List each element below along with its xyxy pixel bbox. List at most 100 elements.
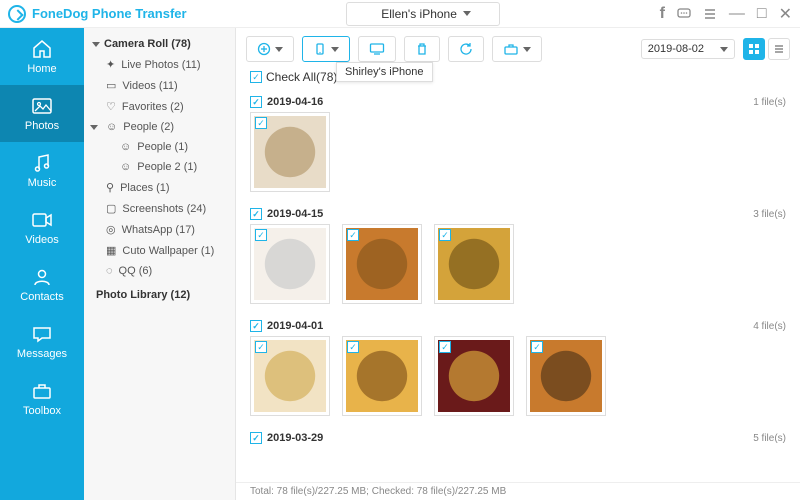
nav-label: Photos — [25, 120, 59, 132]
nav-messages[interactable]: Messages — [0, 313, 84, 370]
person-icon: ☺ — [120, 141, 131, 153]
album-tree: Camera Roll (78) ✦ Live Photos (11) ▭Vide… — [84, 28, 236, 500]
photo-thumb[interactable]: ✓ — [434, 336, 514, 416]
toolbox-icon — [31, 380, 53, 402]
tree-item-cuto[interactable]: ▦Cuto Wallpaper (1) — [84, 240, 235, 261]
checkbox-icon: ✓ — [255, 341, 267, 353]
tree-item-label: QQ (6) — [119, 265, 153, 277]
nav-home[interactable]: Home — [0, 28, 84, 85]
app-title: FoneDog Phone Transfer — [32, 6, 187, 21]
nav-photos[interactable]: Photos — [0, 85, 84, 142]
tree-root[interactable]: Camera Roll (78) — [84, 34, 235, 54]
music-icon — [31, 152, 53, 174]
nav-label: Messages — [17, 348, 67, 360]
photo-thumb[interactable]: ✓ — [342, 224, 422, 304]
thumb-row: ✓✓✓ — [250, 224, 786, 314]
tree-item-whatsapp[interactable]: ◎ WhatsApp (17) — [84, 219, 235, 240]
sidebar: Home Photos Music Videos Contacts Messag… — [0, 28, 84, 500]
group-header[interactable]: ✓ 2019-03-29 5 file(s) — [250, 426, 786, 448]
tree-item-videos[interactable]: ▭Videos (11) — [84, 75, 235, 96]
videos-icon — [31, 209, 53, 231]
tree-item-label: WhatsApp (17) — [122, 224, 195, 236]
logo-icon — [8, 5, 26, 23]
toolbox-button[interactable] — [492, 36, 542, 62]
checkbox-icon: ✓ — [250, 96, 262, 108]
checkbox-icon: ✓ — [250, 71, 262, 83]
group-date: 2019-04-16 — [267, 96, 323, 108]
list-view-button[interactable] — [768, 38, 790, 60]
close-button[interactable]: ✕ — [779, 4, 792, 24]
chevron-down-icon — [463, 11, 471, 16]
tree-item-screenshots[interactable]: ▢Screenshots (24) — [84, 198, 235, 219]
tree-item-people-1[interactable]: ☺People (1) — [84, 137, 235, 157]
nav-music[interactable]: Music — [0, 142, 84, 199]
device-name: Ellen's iPhone — [381, 7, 457, 21]
tree-item-people[interactable]: ☺People (2) — [84, 117, 235, 137]
group-date: 2019-04-15 — [267, 208, 323, 220]
tree-item-qq[interactable]: ◌ QQ (6) — [84, 261, 235, 281]
checkbox-icon: ✓ — [439, 341, 451, 353]
group-date: 2019-03-29 — [267, 432, 323, 444]
nav-label: Contacts — [20, 291, 63, 303]
maximize-button[interactable]: □ — [757, 5, 767, 23]
wallpaper-icon: ▦ — [106, 244, 116, 257]
nav-contacts[interactable]: Contacts — [0, 256, 84, 313]
check-all-label: Check All(78) — [266, 70, 337, 84]
chevron-down-icon — [331, 47, 339, 52]
export-to-device-button[interactable] — [302, 36, 350, 62]
device-selector[interactable]: Ellen's iPhone — [346, 2, 500, 26]
menu-icon[interactable] — [703, 8, 717, 20]
checkbox-icon: ✓ — [347, 341, 359, 353]
home-icon — [31, 38, 53, 60]
checkbox-icon: ✓ — [439, 229, 451, 241]
people-icon: ☺ — [106, 121, 117, 133]
screenshot-icon: ▢ — [106, 202, 116, 215]
app-logo: FoneDog Phone Transfer — [8, 5, 187, 23]
photos-icon — [31, 95, 53, 117]
chevron-down-icon — [720, 47, 728, 52]
nav-label: Music — [28, 177, 57, 189]
group-count: 3 file(s) — [753, 209, 786, 220]
window-controls: f — □ ✕ — [660, 4, 792, 24]
group-count: 5 file(s) — [753, 433, 786, 444]
status-text: Total: 78 file(s)/227.25 MB; Checked: 78… — [250, 486, 506, 497]
export-to-pc-button[interactable] — [358, 36, 396, 62]
photo-thumb[interactable]: ✓ — [250, 336, 330, 416]
tree-item-favorites[interactable]: ♡Favorites (2) — [84, 96, 235, 117]
nav-label: Toolbox — [23, 405, 61, 417]
tree-item-label: Videos (11) — [122, 80, 177, 92]
delete-button[interactable] — [404, 36, 440, 62]
photo-thumb[interactable]: ✓ — [526, 336, 606, 416]
tree-item-people-2[interactable]: ☺People 2 (1) — [84, 157, 235, 177]
check-all[interactable]: ✓ Check All(78) — [236, 70, 800, 90]
date-picker[interactable]: 2019-08-02 — [641, 39, 735, 59]
tree-item-live-photos[interactable]: ✦ Live Photos (11) — [84, 54, 235, 75]
tree-photo-library[interactable]: Photo Library (12) — [84, 281, 235, 309]
group-header[interactable]: ✓2019-04-014 file(s) — [250, 314, 786, 336]
group-header[interactable]: ✓2019-04-153 file(s) — [250, 202, 786, 224]
photo-thumb[interactable]: ✓ — [342, 336, 422, 416]
photo-thumb[interactable]: ✓ — [250, 112, 330, 192]
tree-item-label: Live Photos (11) — [121, 59, 200, 71]
photo-scroll-area[interactable]: ✓2019-04-161 file(s)✓✓2019-04-153 file(s… — [236, 90, 800, 482]
refresh-button[interactable] — [448, 36, 484, 62]
chevron-down-icon — [523, 47, 531, 52]
chevron-down-icon — [92, 42, 100, 47]
facebook-icon[interactable]: f — [660, 5, 665, 23]
nav-videos[interactable]: Videos — [0, 199, 84, 256]
qq-icon: ◌ — [106, 265, 113, 277]
whatsapp-icon: ◎ — [106, 223, 116, 236]
add-button[interactable] — [246, 36, 294, 62]
photo-thumb[interactable]: ✓ — [434, 224, 514, 304]
grid-view-button[interactable] — [743, 38, 765, 60]
tree-item-places[interactable]: ⚲Places (1) — [84, 177, 235, 198]
minimize-button[interactable]: — — [729, 5, 745, 23]
photo-thumb[interactable]: ✓ — [250, 224, 330, 304]
group-header[interactable]: ✓ 2019-04-16 1 file(s) — [250, 90, 786, 112]
feedback-icon[interactable] — [677, 8, 691, 20]
titlebar: FoneDog Phone Transfer Ellen's iPhone f … — [0, 0, 800, 28]
sparkle-icon: ✦ — [106, 58, 115, 71]
nav-toolbox[interactable]: Toolbox — [0, 370, 84, 427]
checkbox-icon: ✓ — [250, 432, 262, 444]
group-count: 1 file(s) — [753, 97, 786, 108]
